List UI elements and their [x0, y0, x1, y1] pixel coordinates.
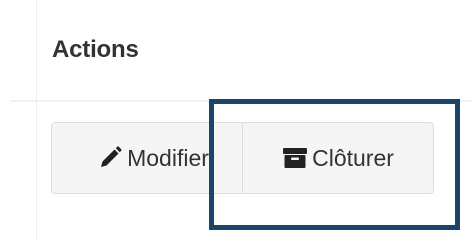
panel-title: Actions [52, 36, 139, 63]
panel-left-border [36, 0, 37, 240]
action-button-group: Modifier Clôturer [51, 122, 434, 194]
actions-panel: Actions Modifier Clôturer [0, 0, 472, 240]
heading-divider [10, 100, 472, 102]
pencil-icon [97, 145, 123, 171]
edit-button-label: Modifier [127, 144, 209, 171]
edit-button[interactable]: Modifier [52, 123, 243, 193]
close-button-label: Clôturer [312, 144, 394, 171]
close-archive-button[interactable]: Clôturer [243, 123, 433, 193]
archive-icon [282, 146, 308, 170]
